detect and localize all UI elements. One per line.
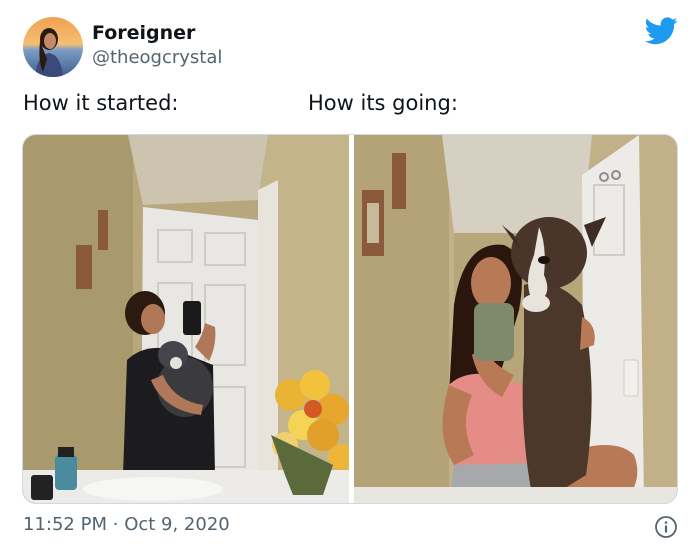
tweet-timestamp[interactable]: 11:52 PM · Oct 9, 2020 <box>23 514 230 535</box>
tweet-card: Foreigner @theogcrystal How it started: … <box>0 0 698 551</box>
caption-how-it-started: How it started: <box>23 91 179 115</box>
tweet-media <box>22 134 678 504</box>
tweet-time: 11:52 PM <box>23 514 107 535</box>
avatar[interactable] <box>23 17 83 77</box>
twitter-bird-icon[interactable] <box>644 17 678 45</box>
caption-how-its-going: How its going: <box>308 91 458 115</box>
author-handle[interactable]: @theogcrystal <box>92 47 222 68</box>
info-icon[interactable] <box>654 515 678 539</box>
author-display-name[interactable]: Foreigner <box>92 22 195 44</box>
tweet-date: Oct 9, 2020 <box>124 514 230 535</box>
date-separator: · <box>112 514 119 535</box>
photo-how-it-started[interactable] <box>23 135 354 503</box>
photo-how-its-going[interactable] <box>354 135 677 503</box>
